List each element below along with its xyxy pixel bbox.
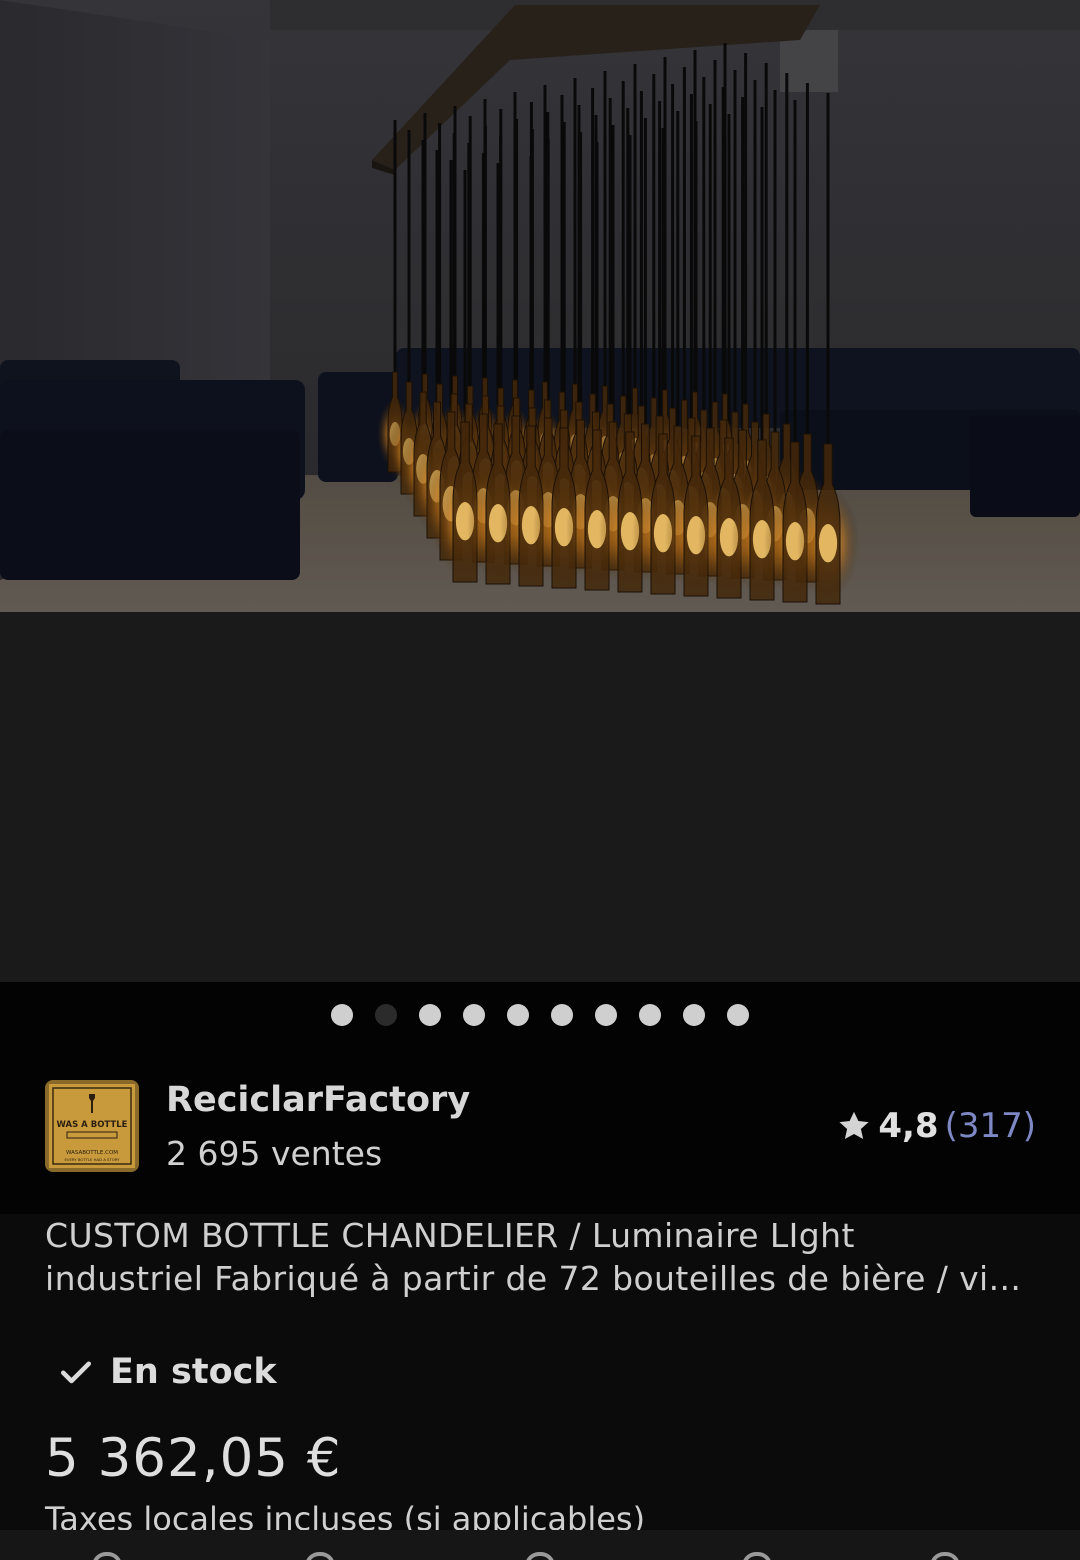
listing-title-line-2: industriel Fabriqué à partir de 72 boute… <box>45 1259 1022 1298</box>
gallery-dot[interactable] <box>683 1004 705 1026</box>
rating-value: 4,8 <box>878 1106 939 1146</box>
stock-status: En stock <box>58 1352 277 1392</box>
listing-title: CUSTOM BOTTLE CHANDELIER / Luminaire LIg… <box>45 1214 1045 1300</box>
logo-text-main: WAS A BOTTLE <box>57 1120 128 1130</box>
gallery-dot[interactable] <box>507 1004 529 1026</box>
gallery-empty-area[interactable] <box>0 612 1080 982</box>
chandelier-photo <box>0 0 1080 612</box>
cart-icon[interactable] <box>930 1552 960 1560</box>
favorites-icon[interactable] <box>305 1552 335 1560</box>
gallery-dot[interactable] <box>463 1004 485 1026</box>
gallery-dot[interactable] <box>419 1004 441 1026</box>
shop-name[interactable]: ReciclarFactory <box>166 1080 470 1120</box>
account-icon[interactable] <box>742 1552 772 1560</box>
shop-rating[interactable]: 4,8 (317) <box>836 1106 1036 1146</box>
home-icon[interactable] <box>92 1552 122 1560</box>
product-image[interactable] <box>0 0 1080 612</box>
check-icon <box>61 1361 91 1384</box>
gallery-pager <box>0 982 1080 1048</box>
search-icon[interactable] <box>525 1552 555 1560</box>
bottom-nav-bar <box>0 1530 1080 1560</box>
logo-text-tagline: EVERY BOTTLE HAD A STORY <box>65 1157 121 1162</box>
shop-sales-count: 2 695 ventes <box>166 1134 383 1173</box>
gallery-dot[interactable] <box>639 1004 661 1026</box>
listing-page: WAS A BOTTLE WASABOTTLE.COM EVERY BOTTLE… <box>0 0 1080 1560</box>
gallery-dot[interactable] <box>595 1004 617 1026</box>
gallery-dot[interactable] <box>375 1004 397 1026</box>
star-icon <box>839 1111 869 1140</box>
logo-text-site: WASABOTTLE.COM <box>66 1150 118 1156</box>
price: 5 362,05 € <box>45 1428 342 1489</box>
shop-logo[interactable]: WAS A BOTTLE WASABOTTLE.COM EVERY BOTTLE… <box>45 1080 139 1172</box>
gallery-dot[interactable] <box>551 1004 573 1026</box>
shop-row[interactable]: WAS A BOTTLE WASABOTTLE.COM EVERY BOTTLE… <box>0 1048 1080 1214</box>
stock-label: En stock <box>110 1352 277 1392</box>
rating-count-link[interactable]: (317) <box>945 1106 1036 1146</box>
gallery-dot[interactable] <box>331 1004 353 1026</box>
gallery-dot[interactable] <box>727 1004 749 1026</box>
listing-title-line-1: CUSTOM BOTTLE CHANDELIER / Luminaire LIg… <box>45 1216 855 1255</box>
